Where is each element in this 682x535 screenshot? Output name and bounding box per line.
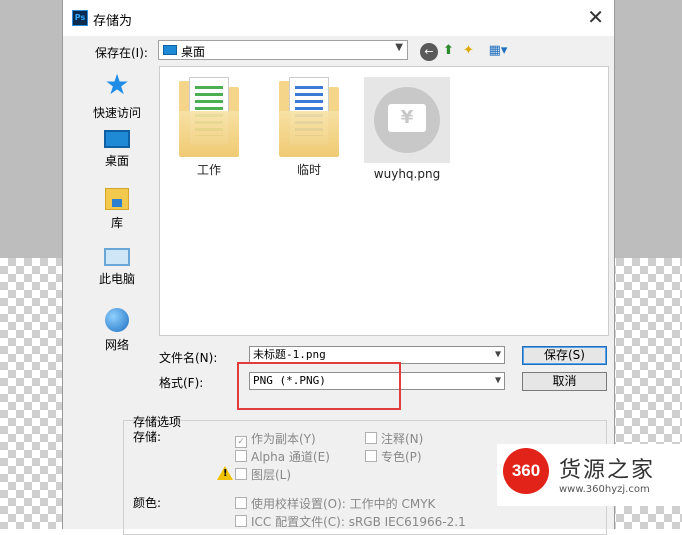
folder-icon: [179, 77, 239, 157]
highlight-annotation: [237, 362, 401, 410]
place-network[interactable]: 网络: [78, 308, 156, 353]
place-this-pc[interactable]: 此电脑: [78, 248, 156, 287]
desktop-icon: [163, 45, 177, 55]
photoshop-icon: Ps: [72, 10, 88, 26]
place-label: 桌面: [104, 154, 129, 168]
as-copy-checkbox[interactable]: ✓ 作为副本(Y): [235, 432, 316, 448]
annotations-checkbox[interactable]: 注释(N): [365, 432, 423, 446]
folder-icon: [279, 77, 339, 157]
checkbox-label: 作为副本(Y): [251, 432, 316, 446]
watermark-url: www.360hyzj.com: [559, 484, 650, 495]
file-item-image[interactable]: ¥ wuyhq.png: [362, 77, 452, 181]
network-globe-icon: [105, 308, 129, 332]
coupon-icon: ¥: [388, 104, 426, 132]
alpha-channel-checkbox[interactable]: Alpha 通道(E): [235, 450, 330, 464]
chevron-down-icon[interactable]: ▼: [495, 373, 501, 389]
save-in-label: 保存在(I):: [95, 46, 148, 60]
back-icon[interactable]: ←: [420, 43, 438, 61]
computer-icon: [104, 248, 130, 266]
checkbox-label: 使用校样设置(O): 工作中的 CMYK: [251, 497, 436, 511]
view-menu-icon[interactable]: ▦▾: [487, 42, 509, 60]
places-bar: ★ 快速访问 桌面 库 此电脑 网络: [78, 66, 156, 366]
watermark-badge: 360: [503, 448, 549, 494]
layers-checkbox[interactable]: 图层(L): [235, 468, 291, 482]
filename-label: 文件名(N):: [159, 351, 218, 365]
checkbox-label: 专色(P): [381, 450, 422, 464]
cancel-button[interactable]: 取消: [522, 372, 607, 391]
format-label: 格式(F):: [159, 376, 204, 390]
file-name: wuyhq.png: [373, 167, 441, 181]
close-icon[interactable]: ✕: [587, 6, 604, 28]
desktop-monitor-icon: [104, 130, 130, 148]
star-icon: ★: [104, 68, 130, 101]
watermark-name: 货源之家: [559, 458, 656, 483]
library-icon: [105, 188, 129, 210]
chevron-down-icon[interactable]: ▼: [495, 347, 501, 363]
color-section-label: 颜色:: [133, 496, 162, 510]
file-name: 临时: [296, 163, 321, 177]
save-section-label: 存储:: [133, 430, 162, 444]
filename-value: 未标题-1.png: [253, 348, 326, 361]
up-folder-icon[interactable]: ⬆: [443, 42, 454, 60]
image-thumbnail: ¥: [364, 77, 450, 163]
save-in-value: 桌面: [181, 45, 206, 59]
spot-color-checkbox[interactable]: 专色(P): [365, 450, 422, 464]
checkbox-label: Alpha 通道(E): [251, 450, 330, 464]
place-label: 库: [110, 216, 123, 230]
place-label: 网络: [104, 338, 129, 352]
new-folder-icon[interactable]: ✦: [463, 42, 474, 60]
chevron-down-icon: ▼: [395, 42, 403, 53]
title-bar: Ps 存储为 ✕: [63, 0, 614, 36]
dialog-title: 存储为: [93, 14, 133, 29]
file-name: 工作: [196, 163, 221, 177]
checkbox-label: 图层(L): [251, 468, 292, 482]
save-button[interactable]: 保存(S): [522, 346, 607, 365]
place-desktop[interactable]: 桌面: [78, 130, 156, 169]
proof-setup-checkbox[interactable]: 使用校样设置(O): 工作中的 CMYK: [235, 497, 435, 511]
watermark: 360 货源之家 www.360hyzj.com: [497, 444, 682, 506]
checkbox-label: ICC 配置文件(C): sRGB IEC61966-2.1: [251, 515, 466, 529]
save-in-dropdown[interactable]: 桌面 ▼: [158, 40, 408, 60]
place-quick-access[interactable]: ★ 快速访问: [78, 70, 156, 121]
place-label: 此电脑: [98, 272, 135, 286]
file-item-folder[interactable]: 临时: [264, 77, 354, 178]
icc-profile-checkbox[interactable]: ICC 配置文件(C): sRGB IEC61966-2.1: [235, 515, 466, 529]
file-item-folder[interactable]: 工作: [164, 77, 254, 178]
checkbox-label: 注释(N): [381, 432, 424, 446]
place-libraries[interactable]: 库: [78, 188, 156, 231]
file-list: 工作 临时 ¥ wuyhq.png: [159, 66, 609, 336]
place-label: 快速访问: [92, 106, 141, 120]
